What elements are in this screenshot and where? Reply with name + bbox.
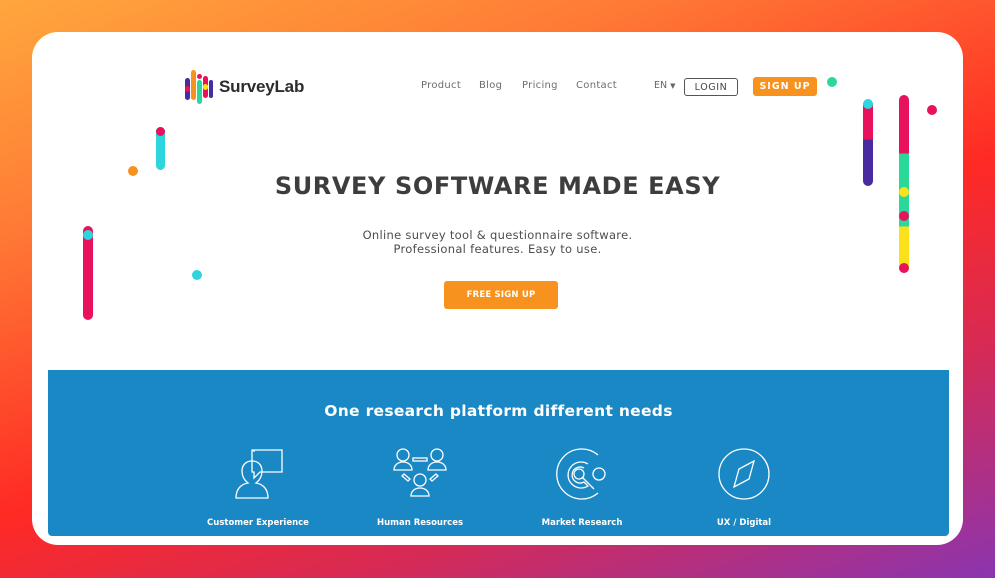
feature-customer-experience[interactable]: Customer Experience [188,446,328,528]
feature-market-research[interactable]: Market Research [512,446,652,528]
hero-subtitle: Online survey tool & questionnaire softw… [32,228,963,256]
decor-dot [827,77,837,87]
nav-product[interactable]: Product [421,80,461,91]
caret-down-icon: ▼ [670,82,676,90]
feature-label: Human Resources [376,518,464,528]
feature-ux-digital[interactable]: UX / Digital [674,446,814,528]
hero-subtitle-line: Professional features. Easy to use. [393,242,602,256]
main-nav: Product Blog Pricing Contact [32,80,963,96]
feature-human-resources[interactable]: Human Resources [350,446,490,528]
feature-label: Customer Experience [207,518,309,528]
nav-pricing[interactable]: Pricing [522,80,558,91]
signup-button[interactable]: SIGN UP [753,77,817,96]
hero-title: SURVEY SOFTWARE MADE EASY [274,172,721,200]
login-button[interactable]: LOGIN [684,78,738,96]
features-section: One research platform different needs Cu… [48,370,949,536]
language-selector[interactable]: EN ▼ [654,80,676,91]
customer-chat-icon [235,449,283,499]
target-search-icon [556,448,606,500]
decor-dot [899,211,909,221]
people-network-icon [393,448,447,497]
feature-label: Market Research [541,518,623,528]
nav-blog[interactable]: Blog [479,80,502,91]
free-signup-button[interactable]: FREE SIGN UP [444,281,558,309]
features-title: One research platform different needs [324,402,673,420]
decor-dot [156,127,165,136]
decor-dot [192,270,202,280]
decor-dot [899,263,909,273]
decor-dot [927,105,937,115]
decor-dot [863,99,873,109]
compass-icon [718,448,770,500]
nav-contact[interactable]: Contact [576,80,617,91]
hero-subtitle-line: Online survey tool & questionnaire softw… [362,228,633,242]
browser-page: SurveyLab Product Blog Pricing Contact E… [32,32,963,545]
feature-label: UX / Digital [716,518,772,528]
language-label: EN [654,80,668,91]
